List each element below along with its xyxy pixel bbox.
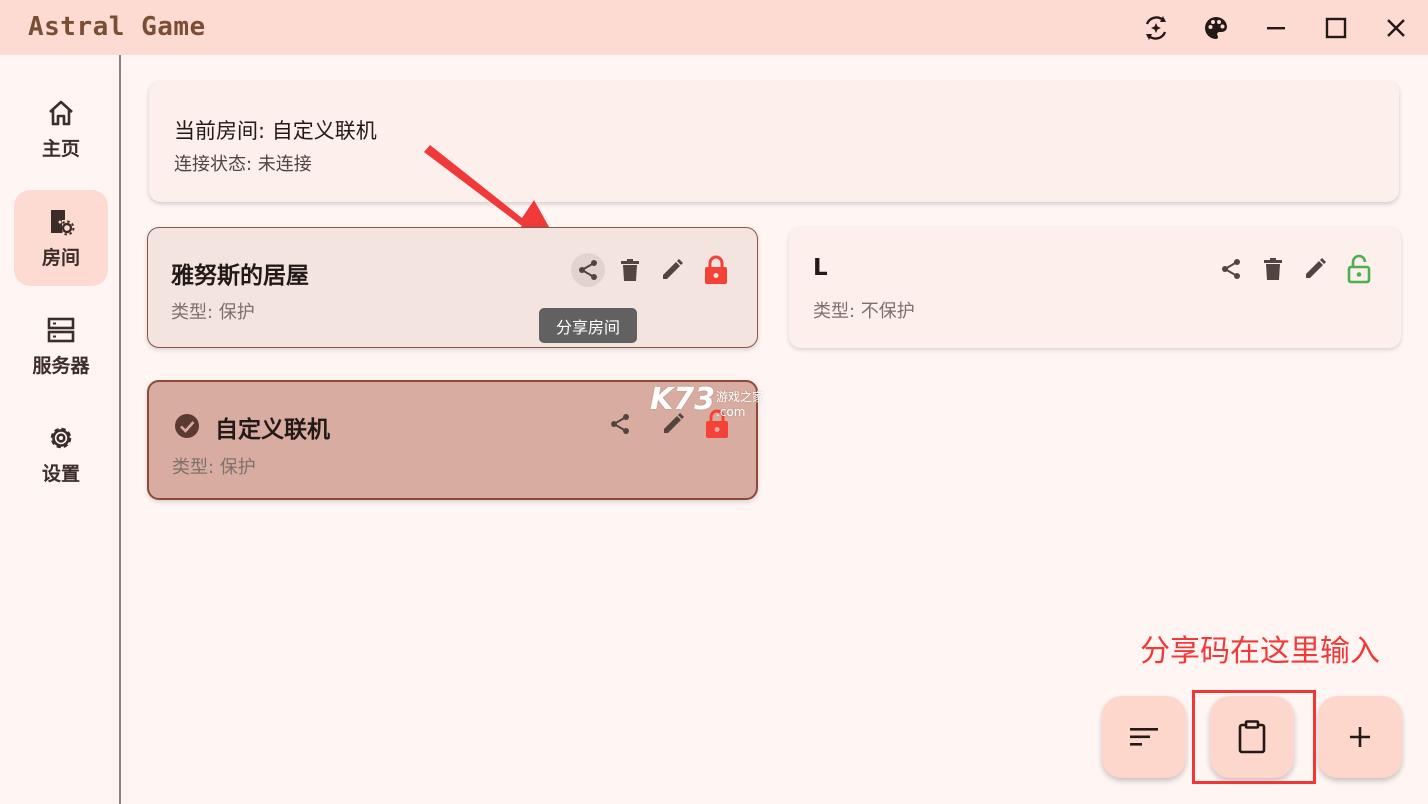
- watermark-text: 游戏之家 .com: [716, 390, 765, 419]
- sidebar-item-label: 主页: [41, 137, 80, 160]
- sidebar-item-label: 设置: [41, 462, 80, 485]
- annotation-highlight-box: [1192, 690, 1316, 784]
- unlock-icon[interactable]: [1342, 252, 1376, 286]
- room-type: 类型: 保护: [172, 457, 256, 478]
- connection-status: 连接状态: 未连接: [174, 154, 312, 175]
- palette-icon[interactable]: [1196, 8, 1236, 48]
- delete-icon[interactable]: [613, 253, 647, 287]
- room-card[interactable]: 雅努斯的居屋 类型: 保护: [147, 227, 758, 348]
- share-room-tooltip: 分享房间: [539, 308, 637, 343]
- sidebar-item-server[interactable]: 服务器: [14, 298, 108, 394]
- current-room-title: 当前房间: 自定义联机: [174, 119, 377, 143]
- current-room-card: 当前房间: 自定义联机 连接状态: 未连接: [149, 81, 1399, 202]
- sidebar-item-home[interactable]: 主页: [14, 81, 108, 177]
- minimize-icon[interactable]: [1256, 8, 1296, 48]
- share-icon[interactable]: [1214, 252, 1248, 286]
- gear-icon: [50, 427, 72, 448]
- room-name: 雅努斯的居屋: [171, 263, 309, 289]
- room-settings-icon: [51, 209, 75, 235]
- room-card[interactable]: L 类型: 不保护: [789, 227, 1401, 348]
- sidebar-item-label: 房间: [41, 246, 80, 269]
- share-icon[interactable]: [571, 253, 605, 287]
- edit-icon[interactable]: [1298, 252, 1332, 286]
- add-icon: [1350, 727, 1370, 747]
- sidebar-item-label: 服务器: [32, 354, 90, 377]
- add-room-button[interactable]: [1318, 696, 1402, 778]
- room-name: L: [813, 255, 828, 281]
- sort-button[interactable]: [1102, 696, 1186, 778]
- share-icon[interactable]: [603, 407, 637, 441]
- close-icon[interactable]: [1376, 8, 1416, 48]
- sidebar-item-rooms[interactable]: 房间: [14, 190, 108, 286]
- edit-icon[interactable]: [655, 253, 689, 287]
- sort-icon: [1130, 728, 1158, 746]
- room-name: 自定义联机: [215, 417, 330, 443]
- maximize-icon[interactable]: [1316, 8, 1356, 48]
- room-type: 类型: 不保护: [813, 301, 915, 322]
- annotation-text: 分享码在这里输入: [1140, 634, 1380, 669]
- server-icon: [47, 317, 75, 342]
- title-bar: Astral Game: [0, 0, 1428, 55]
- swap-icon[interactable]: [1136, 8, 1176, 48]
- room-type: 类型: 保护: [171, 302, 255, 323]
- check-circle-icon: [174, 413, 200, 443]
- watermark-logo: K73: [650, 382, 715, 417]
- home-icon: [49, 100, 73, 125]
- sidebar-item-settings[interactable]: 设置: [14, 406, 108, 502]
- app-title: Astral Game: [28, 12, 206, 42]
- sidebar: 主页 房间 服务器 设置: [0, 55, 121, 804]
- delete-icon[interactable]: [1256, 252, 1290, 286]
- lock-icon[interactable]: [699, 253, 733, 287]
